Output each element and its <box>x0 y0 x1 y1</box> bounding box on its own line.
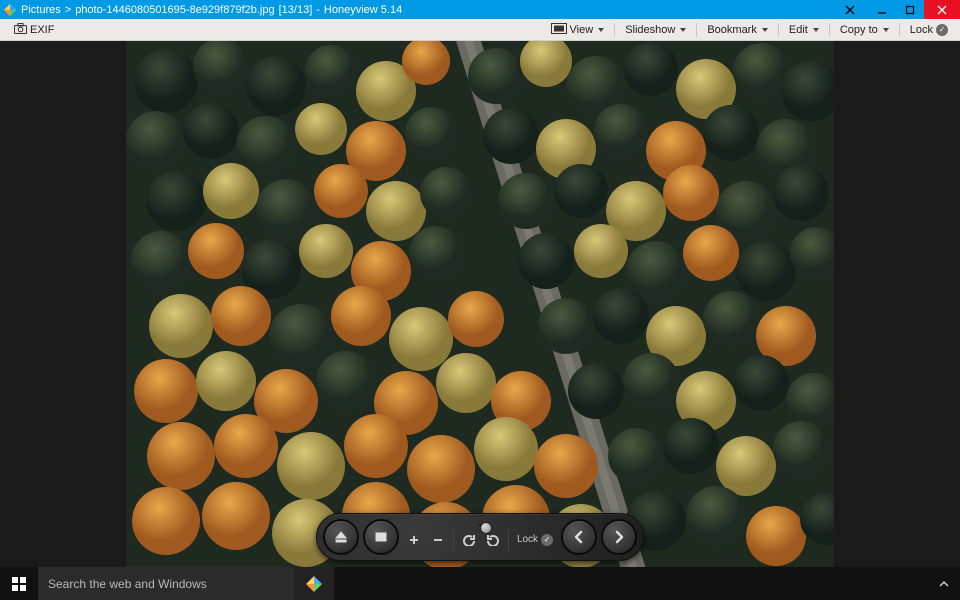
separator <box>778 23 779 37</box>
separator <box>696 23 697 37</box>
caret-down-icon <box>813 28 819 32</box>
zoom-in-button[interactable] <box>405 531 423 549</box>
slideshow-label: Slideshow <box>625 24 675 36</box>
copyto-menu[interactable]: Copy to <box>834 22 895 38</box>
title-filename: photo-1446080501695-8e929f879f2b.jpg <box>75 4 274 16</box>
minimize-button[interactable] <box>868 0 896 19</box>
system-tray <box>934 567 960 600</box>
exif-label: EXIF <box>30 24 54 36</box>
title-folder: Pictures <box>21 4 61 16</box>
slider-thumb[interactable] <box>480 522 492 534</box>
previous-button[interactable] <box>561 519 597 555</box>
lock-toggle[interactable]: Lock ✓ <box>904 22 954 38</box>
taskbar: Search the web and Windows <box>0 567 960 600</box>
float-mid-group: Lock ✓ <box>403 524 557 551</box>
view-label: View <box>570 24 594 36</box>
separator <box>614 23 615 37</box>
displayed-image[interactable]: Lock ✓ <box>126 41 834 567</box>
app-logo-icon <box>3 3 17 17</box>
title-counter: [13/13] <box>279 4 313 16</box>
window-alt-close-button[interactable] <box>836 0 864 19</box>
caret-down-icon <box>598 28 604 32</box>
caret-down-icon <box>680 28 686 32</box>
edit-label: Edit <box>789 24 808 36</box>
taskbar-search[interactable]: Search the web and Windows <box>38 567 294 600</box>
title-bar: Pictures > photo-1446080501695-8e929f879… <box>0 0 960 19</box>
check-icon: ✓ <box>936 24 948 36</box>
zoom-out-button[interactable] <box>429 531 447 549</box>
separator <box>899 23 900 37</box>
exif-button[interactable]: EXIF <box>8 21 60 39</box>
zoom-slider[interactable] <box>479 524 481 526</box>
eject-button[interactable] <box>323 519 359 555</box>
caret-down-icon <box>762 28 768 32</box>
floating-control-bar: Lock ✓ <box>316 513 644 561</box>
check-icon: ✓ <box>541 534 553 546</box>
slideshow-menu[interactable]: Slideshow <box>619 22 692 38</box>
toolbar: EXIF View Slideshow Bookmark Edit Copy t… <box>0 19 960 41</box>
bookmark-menu[interactable]: Bookmark <box>701 22 774 38</box>
start-button[interactable] <box>0 567 38 600</box>
title-appname: Honeyview 5.14 <box>324 4 402 16</box>
taskbar-app-honeyview[interactable] <box>294 567 334 600</box>
search-placeholder: Search the web and Windows <box>48 577 207 591</box>
bookmark-label: Bookmark <box>707 24 757 36</box>
copyto-label: Copy to <box>840 24 878 36</box>
view-menu[interactable]: View <box>545 21 611 39</box>
lock-label: Lock <box>910 24 933 36</box>
caret-down-icon <box>883 28 889 32</box>
close-button[interactable] <box>924 0 960 19</box>
title-sep: > <box>65 4 71 16</box>
separator <box>829 23 830 37</box>
menu-button[interactable] <box>363 519 399 555</box>
separator <box>508 529 509 551</box>
float-lock-label: Lock <box>517 534 538 545</box>
image-viewport: Lock ✓ <box>0 41 960 567</box>
next-button[interactable] <box>601 519 637 555</box>
rotate-left-button[interactable] <box>460 531 478 549</box>
separator <box>453 529 454 551</box>
maximize-button[interactable] <box>896 0 924 19</box>
edit-menu[interactable]: Edit <box>783 22 825 38</box>
tray-overflow-button[interactable] <box>934 574 954 594</box>
camera-icon <box>14 23 27 37</box>
title-sep2: - <box>316 4 320 16</box>
window-controls <box>836 0 960 19</box>
fit-icon <box>551 23 567 37</box>
float-lock-toggle[interactable]: Lock ✓ <box>515 534 555 546</box>
